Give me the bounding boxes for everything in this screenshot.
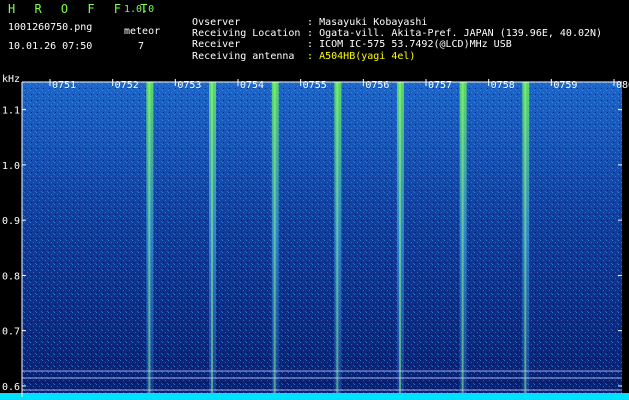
meteor-trail-core xyxy=(336,82,339,397)
meteor-trail-core xyxy=(461,82,464,397)
info-key: Receiving antenna xyxy=(192,51,295,62)
y-tick-label: 0.7 xyxy=(2,327,20,338)
spectrum-noise xyxy=(22,82,622,397)
signal-baseline xyxy=(0,393,629,400)
y-tick-label: 1.0 xyxy=(2,161,20,172)
y-tick-label: 0.6 xyxy=(2,382,20,393)
meteor-trail-core xyxy=(211,82,213,397)
meteor-trail-core xyxy=(273,82,276,397)
meteor-trail-core xyxy=(524,82,527,397)
file-name: 1001260750.png xyxy=(8,22,93,33)
y-tick-label: 0.9 xyxy=(2,216,20,227)
y-tick-label: 1.1 xyxy=(2,106,20,117)
info-row-antenna: Receiving antenna : A504HB(yagi 4el) xyxy=(180,40,415,62)
info-value: : A504HB(yagi 4el) xyxy=(307,51,416,62)
app-version: 1.0.0 xyxy=(124,4,155,15)
y-axis-unit-label: kHz xyxy=(2,74,20,85)
timestamp: 10.01.26 07:50 xyxy=(8,41,93,52)
meteor-trail-core xyxy=(399,82,401,397)
meteor-count: 7 xyxy=(138,41,145,52)
y-tick-label: 0.8 xyxy=(2,271,20,282)
meteor-label: meteor xyxy=(124,26,161,37)
meteor-trail-core xyxy=(148,82,151,397)
